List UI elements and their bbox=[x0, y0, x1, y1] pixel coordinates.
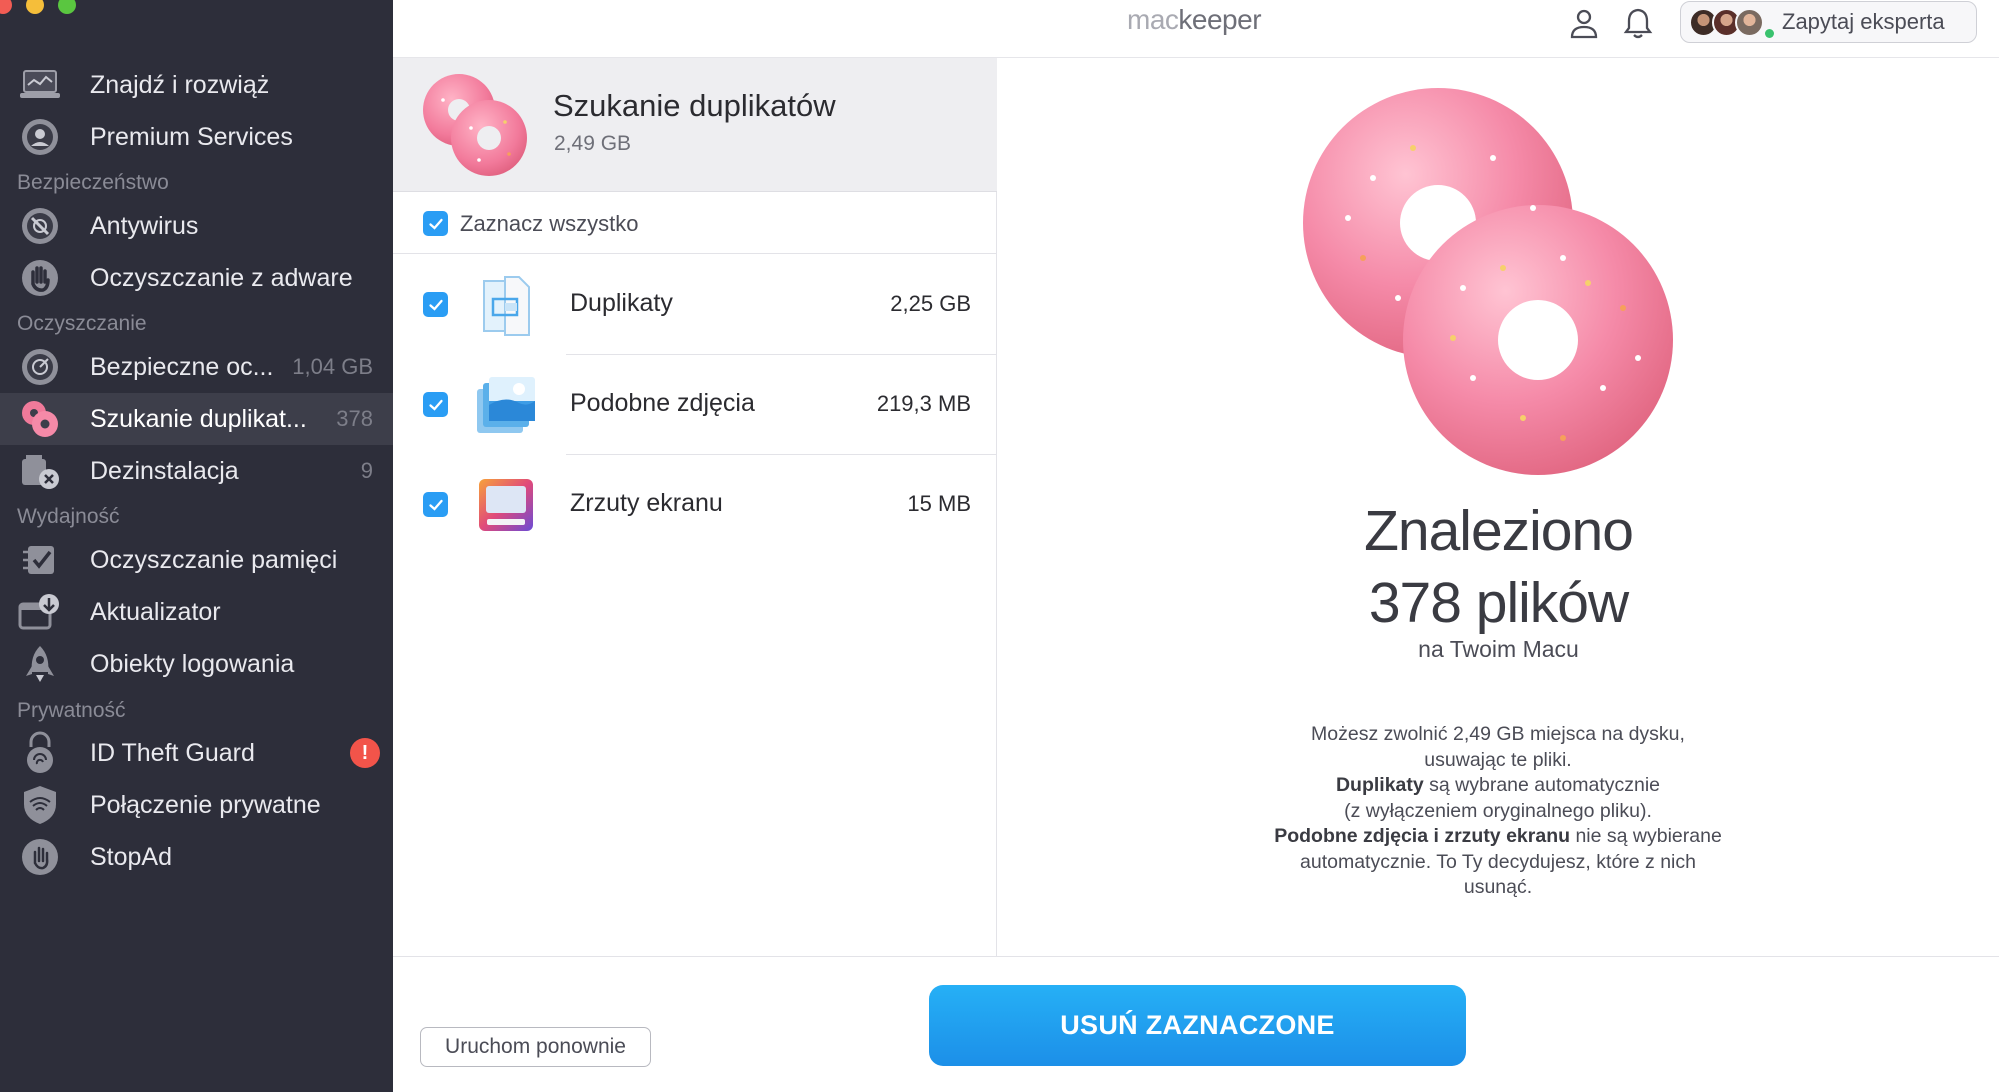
panel-total-size: 2,49 GB bbox=[554, 132, 632, 155]
sidebar-item-uninstaller[interactable]: Dezinstalacja 9 bbox=[0, 445, 393, 497]
panel-title: Szukanie duplikatów bbox=[553, 88, 836, 123]
window-controls bbox=[0, 0, 76, 14]
sidebar-item-premium-services[interactable]: Premium Services bbox=[0, 111, 393, 163]
duplicates-list-panel: Szukanie duplikatów 2,49 GB Zaznacz wszy… bbox=[393, 58, 997, 956]
result-heading-found: Znaleziono bbox=[1364, 499, 1634, 563]
row-label: Podobne zdjęcia bbox=[570, 389, 755, 417]
account-icon[interactable] bbox=[1567, 6, 1601, 40]
panel-header: Szukanie duplikatów 2,49 GB bbox=[393, 58, 997, 192]
select-all-checkbox[interactable] bbox=[423, 211, 448, 236]
sidebar-item-label: Znajdź i rozwiąż bbox=[90, 70, 270, 99]
vpn-shield-icon bbox=[18, 783, 62, 827]
ask-expert-label: Zapytaj eksperta bbox=[1782, 9, 1945, 34]
sidebar-item-label: Premium Services bbox=[90, 122, 293, 151]
sidebar-item-private-connection[interactable]: Połączenie prywatne bbox=[0, 779, 393, 831]
result-subtitle: na Twoim Macu bbox=[1418, 636, 1579, 662]
sidebar-item-label: Antywirus bbox=[90, 211, 199, 240]
avatar bbox=[1735, 7, 1764, 37]
rocket-icon bbox=[18, 642, 62, 686]
list-item-duplicates[interactable]: Duplikaty 2,25 GB bbox=[393, 255, 997, 355]
expert-avatars bbox=[1689, 7, 1764, 37]
sidebar-item-label: Bezpieczne oc... bbox=[90, 352, 274, 381]
close-window-button[interactable] bbox=[0, 0, 12, 14]
stopad-hand-icon bbox=[18, 835, 62, 879]
select-all-label: Zaznacz wszystko bbox=[460, 211, 639, 236]
section-header-performance: Wydajność bbox=[17, 505, 120, 528]
updater-icon bbox=[18, 590, 62, 634]
zoom-window-button[interactable] bbox=[58, 0, 76, 14]
sidebar-item-find-and-fix[interactable]: Znajdź i rozwiąż bbox=[0, 59, 393, 111]
similar-photos-checkbox[interactable] bbox=[423, 392, 448, 417]
duplicates-checkbox[interactable] bbox=[423, 292, 448, 317]
select-all-row[interactable]: Zaznacz wszystko bbox=[393, 193, 997, 254]
section-header-cleaning: Oczyszczanie bbox=[17, 312, 147, 335]
alert-badge: ! bbox=[350, 738, 380, 768]
ask-expert-button[interactable]: Zapytaj eksperta bbox=[1680, 1, 1977, 43]
restart-scan-button[interactable]: Uruchom ponownie bbox=[420, 1027, 651, 1067]
fingerprint-lock-icon bbox=[18, 731, 62, 775]
sidebar-item-label: Oczyszczanie z adware bbox=[90, 263, 353, 292]
sidebar-item-label: Szukanie duplikat... bbox=[90, 404, 307, 433]
sidebar-item-label: StopAd bbox=[90, 842, 173, 871]
hand-stop-icon bbox=[18, 256, 62, 300]
list-item-similar-photos[interactable]: Podobne zdjęcia 219,3 MB bbox=[393, 355, 997, 455]
headset-icon bbox=[18, 115, 62, 159]
remove-selected-button[interactable]: USUŃ ZAZNACZONE bbox=[929, 985, 1466, 1066]
online-indicator bbox=[1765, 29, 1774, 38]
sidebar-item-stopad[interactable]: StopAd bbox=[0, 831, 393, 883]
sidebar-item-count: 378 bbox=[336, 406, 373, 431]
bottom-bar: Uruchom ponownie USUŃ ZAZNACZONE bbox=[393, 956, 1999, 1092]
sidebar: Znajdź i rozwiąż Premium Services Bezpie… bbox=[0, 0, 393, 1092]
sidebar-item-label: Połączenie prywatne bbox=[90, 790, 321, 819]
result-file-count: 378 plików bbox=[1368, 571, 1629, 635]
sidebar-item-label: ID Theft Guard bbox=[90, 738, 255, 767]
list-item-screenshots[interactable]: Zrzuty ekranu 15 MB bbox=[393, 455, 997, 555]
sidebar-item-label: Obiekty logowania bbox=[90, 649, 295, 678]
top-bar: mackeeper Zapytaj eksperta bbox=[393, 0, 1999, 58]
results-panel: Znaleziono 378 plików na Twoim Macu Może… bbox=[998, 58, 1999, 956]
row-label: Duplikaty bbox=[570, 289, 673, 317]
row-size: 15 MB bbox=[907, 491, 971, 516]
sidebar-item-label: Aktualizator bbox=[90, 597, 221, 626]
duplicate-file-icon bbox=[475, 275, 537, 337]
sidebar-item-id-theft-guard[interactable]: ID Theft Guard ! bbox=[0, 727, 393, 779]
disk-cleanup-icon bbox=[18, 345, 62, 389]
sidebar-item-label: Dezinstalacja bbox=[90, 456, 239, 485]
similar-photos-icon bbox=[475, 375, 537, 437]
uninstall-icon bbox=[18, 449, 62, 493]
screenshot-icon bbox=[475, 475, 537, 537]
result-description: Możesz zwolnić 2,49 GB miejsca na dysku,… bbox=[1274, 723, 1722, 898]
donut-icon bbox=[18, 397, 62, 441]
sidebar-item-safe-cleanup[interactable]: Bezpieczne oc... 1,04 GB bbox=[0, 341, 393, 393]
antivirus-icon bbox=[18, 204, 62, 248]
notifications-bell-icon[interactable] bbox=[1621, 6, 1655, 40]
minimize-window-button[interactable] bbox=[26, 0, 44, 14]
memory-chip-icon bbox=[18, 538, 62, 582]
screenshots-checkbox[interactable] bbox=[423, 492, 448, 517]
donut-illustration-small-icon bbox=[423, 74, 527, 176]
sidebar-item-updater[interactable]: Aktualizator bbox=[0, 586, 393, 638]
section-header-security: Bezpieczeństwo bbox=[17, 171, 169, 194]
row-size: 2,25 GB bbox=[890, 291, 971, 316]
sidebar-item-label: Oczyszczanie pamięci bbox=[90, 545, 338, 574]
sidebar-item-duplicates-finder[interactable]: Szukanie duplikat... 378 bbox=[0, 393, 393, 445]
donut-illustration-icon bbox=[1303, 88, 1673, 475]
mackeeper-logo: mackeeper bbox=[1127, 4, 1262, 35]
sidebar-item-adware-cleaner[interactable]: Oczyszczanie z adware bbox=[0, 252, 393, 304]
sidebar-item-count: 9 bbox=[360, 458, 373, 483]
sidebar-item-memory-cleaner[interactable]: Oczyszczanie pamięci bbox=[0, 534, 393, 586]
row-size: 219,3 MB bbox=[876, 391, 971, 416]
section-header-privacy: Prywatność bbox=[17, 699, 126, 722]
sidebar-item-antivirus[interactable]: Antywirus bbox=[0, 200, 393, 252]
laptop-icon bbox=[18, 63, 62, 107]
sidebar-item-count: 1,04 GB bbox=[292, 354, 373, 379]
sidebar-item-login-items[interactable]: Obiekty logowania bbox=[0, 638, 393, 690]
row-label: Zrzuty ekranu bbox=[570, 489, 723, 517]
